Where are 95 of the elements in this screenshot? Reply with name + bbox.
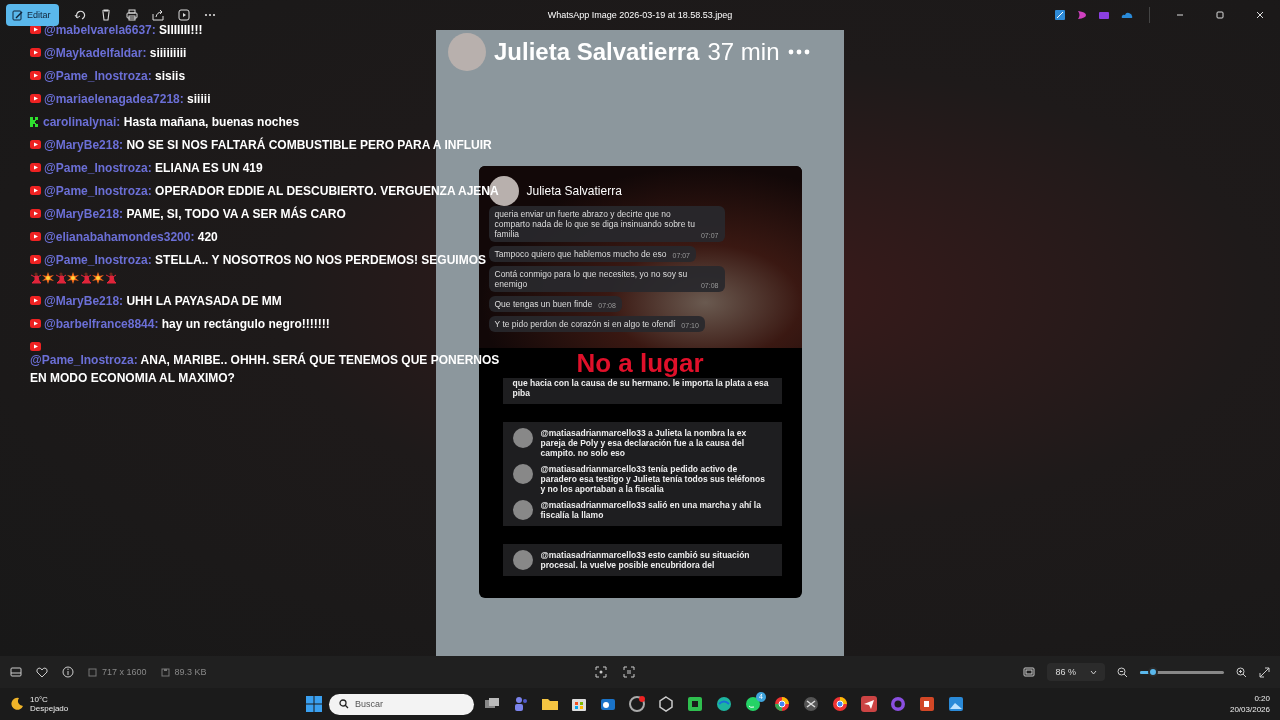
message-text: queria enviar un fuerte abrazo y decirte que no comparto nada de lo que se diga insinuando sobre tu familia: [494, 209, 695, 239]
globe-icon[interactable]: [715, 695, 733, 713]
circle-logo-icon[interactable]: [773, 695, 791, 713]
dancer-icon: [30, 272, 41, 284]
scan-icon[interactable]: [595, 666, 608, 678]
comment-text: @matiasadrianmarcello33 salió en una marcha y ahí la fiscalía la llamo: [540, 500, 762, 520]
zoom-in-icon[interactable]: [1236, 666, 1247, 678]
clock-date: 20/03/2026: [1229, 704, 1270, 715]
maximize-icon[interactable]: [1215, 10, 1225, 20]
slideshow-icon[interactable]: [176, 8, 191, 22]
comment-text: @matiasadrianmarcello33 esto cambió su situación procesal. la vuelve posible encubridora del: [540, 550, 751, 570]
windows-logo-icon[interactable]: [306, 696, 322, 712]
moon-icon[interactable]: [10, 697, 24, 711]
avatar: [512, 464, 533, 484]
play-logo-icon: [30, 296, 41, 305]
rotate-icon[interactable]: [72, 8, 87, 22]
avatar: [448, 33, 486, 71]
burst-icon: [42, 272, 54, 284]
people-icon[interactable]: [512, 695, 530, 713]
chat-bubble-icon[interactable]: [744, 695, 762, 713]
paper-plane-icon[interactable]: [860, 695, 878, 713]
chat-message: @Maykadelfaldar: siiiiiiiii: [44, 45, 187, 62]
ring-icon[interactable]: [889, 695, 907, 713]
clock-time: 0:20: [1253, 693, 1270, 704]
play-logo-icon: [30, 163, 41, 172]
chat-message: carolinalynai: Hasta mañana, buenas noches: [43, 114, 300, 131]
weather-condition: Despejado: [30, 704, 69, 713]
play-logo-icon: [30, 342, 41, 351]
story-author: Julieta Salvatierra: [494, 38, 700, 66]
burst-icon: [67, 272, 79, 284]
play-logo-icon: [30, 48, 41, 57]
avatar: [512, 500, 533, 520]
dancer-icon: [80, 272, 91, 284]
message-text: Tampoco quiero que hablemos mucho de eso: [494, 249, 667, 259]
fit-icon[interactable]: [1023, 667, 1036, 677]
temperature: 10°C: [30, 695, 49, 704]
comment-text: @matiasadrianmarcello33 tenía pedido activo de paradero esa testigo y Julieta tenía todos sus teléfonos y no los aportaban a la fiscalia: [540, 464, 766, 494]
heart-icon[interactable]: [36, 666, 48, 678]
chat-message: @Pame_Inostroza: sisiis: [44, 68, 186, 85]
search-icon: [339, 699, 349, 709]
story-time: 37 min: [707, 38, 780, 66]
zoom-out-icon[interactable]: [1117, 666, 1128, 678]
print-icon[interactable]: [124, 8, 139, 22]
play-logo-icon: [30, 232, 41, 241]
slides-icon[interactable]: [918, 695, 936, 713]
play-logo-icon: [30, 94, 41, 103]
close-icon[interactable]: [1255, 10, 1265, 20]
play-logo-icon: [30, 319, 41, 328]
zoom-slider[interactable]: [1140, 670, 1224, 674]
app-icon[interactable]: [657, 695, 675, 713]
app-icon[interactable]: [802, 695, 820, 713]
contact-name: Julieta Salvatierra: [526, 184, 622, 198]
message-text: Y te pido perdon de corazón si en algo te ofendí: [494, 319, 676, 329]
slider-thumb[interactable]: [1147, 666, 1158, 677]
image-dimensions: 717 x 1600: [102, 667, 147, 677]
play-logo-icon: [30, 209, 41, 218]
dancer-icon: [55, 272, 66, 284]
chat-message: @Pame_Inostroza: ELIANA ES UN 419: [44, 160, 263, 177]
circle-logo-icon[interactable]: [831, 695, 849, 713]
info-icon[interactable]: [62, 666, 74, 678]
play-logo-icon: [30, 140, 41, 149]
play-logo-icon: [30, 255, 41, 264]
chat-message: @mariaelenagadea7218: siiiii: [44, 91, 211, 108]
chat-message: @MaryBe218: PAME, SI, TODO VA A SER MÁS CARO: [44, 205, 346, 223]
comment-text: @matiasadrianmarcello33 a Julieta la nombra la ex pareja de Poly y esa declaración fue a la causa del campito. no solo eso: [540, 428, 748, 458]
filmstrip-icon[interactable]: [10, 667, 22, 677]
play-logo-icon: [30, 71, 41, 80]
comment-text: que hacia con la causa de su hermano. le importa la plata a esa piba: [512, 378, 770, 398]
app-icon[interactable]: [628, 695, 646, 713]
photo-app-icon[interactable]: [947, 695, 965, 713]
zoom-dropdown[interactable]: 86 %: [1047, 663, 1105, 681]
image-size-icon: [88, 667, 97, 677]
chat-message: @elianabahamondes3200: 420: [44, 229, 218, 246]
expand-icon[interactable]: [1259, 666, 1270, 678]
chat-message: @barbelfrance8844: hay un rectángulo negro!!!!!!!: [44, 316, 330, 333]
window-title: WhatsApp Image 2026-03-19 at 18.58.53.jpeg: [547, 10, 733, 20]
burst-icon: [92, 272, 104, 284]
avatar: [512, 550, 533, 570]
k-logo-icon: [30, 117, 40, 127]
edit-icon: [12, 9, 23, 21]
dancer-icon: [105, 272, 116, 284]
search-field[interactable]: Buscar: [329, 693, 474, 715]
chevron-down-icon: [1090, 669, 1097, 675]
text-scan-icon[interactable]: [623, 666, 636, 678]
play-logo-icon: [30, 25, 41, 34]
app-icon[interactable]: [686, 695, 704, 713]
chat-message: @MaryBe218: UHH LA PAYASADA DE MM: [44, 293, 282, 310]
edit-button[interactable]: Editar: [6, 4, 59, 26]
share-icon[interactable]: [150, 8, 165, 22]
play-logo-icon: [30, 186, 41, 195]
cloud-icon[interactable]: [1121, 11, 1133, 19]
message-text: Que tengas un buen finde: [494, 299, 593, 309]
message-text: Contá conmigo para lo que necesites, yo no soy su enemigo: [494, 269, 689, 289]
avatar: [512, 428, 533, 448]
file-size: 89.3 KB: [174, 667, 207, 677]
